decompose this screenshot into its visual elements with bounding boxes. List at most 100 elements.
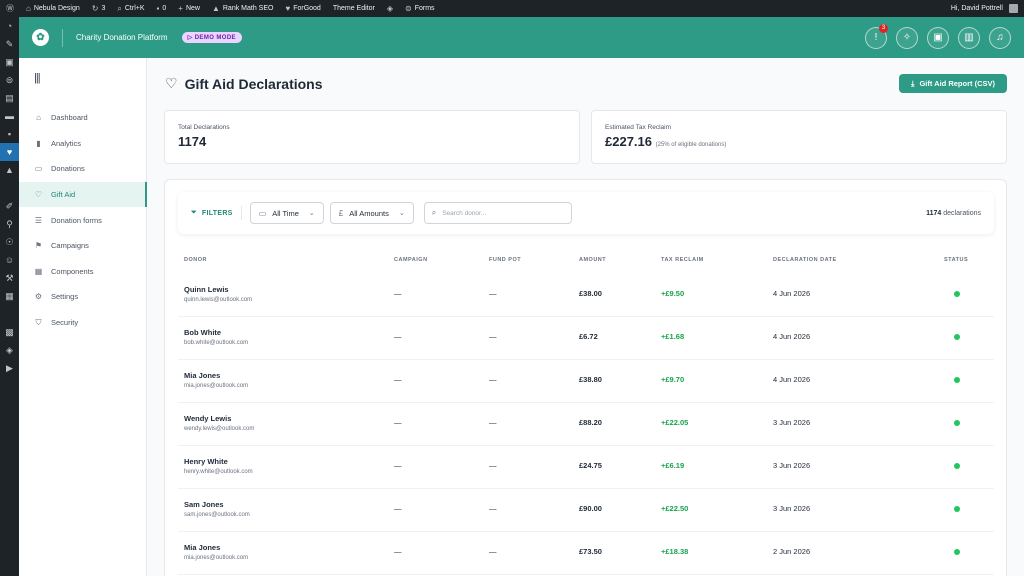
table-row[interactable]: Bob White bob.white@outlook.com — — £6.7… [178,317,994,360]
tax-reclaim-card: Estimated Tax Reclaim £227.16 (25% of el… [591,110,1007,164]
play-menu-icon[interactable]: ▶ [0,359,19,377]
new-content-link[interactable]: + New [172,0,206,17]
users-menu-icon[interactable]: ☺ [0,251,19,269]
table-row[interactable]: Wendy Lewis wendy.lewis@outlook.com — — … [178,403,994,446]
comments-menu-icon[interactable]: ▪ [0,125,19,143]
donor-name: Henry White [184,457,228,466]
header-tax-reclaim[interactable]: TAX RECLAIM [661,257,704,263]
status-dot [954,291,960,297]
donor-email: mia.jones@outlook.com [184,383,249,389]
declaration-date-cell: 3 Jun 2026 [773,461,811,470]
sidebar-item-donations[interactable]: ▭ Donations [19,156,147,182]
app-logo-icon: ✿ [32,29,49,46]
settings-menu-icon[interactable]: ▦ [0,287,19,305]
table-row[interactable]: Mia Jones mia.jones@outlook.com — — £38.… [178,360,994,403]
donor-search[interactable]: ⌕ [423,202,572,224]
forms-icon: ⊜ [405,4,412,13]
sidebar-item-analytics[interactable]: ▮ Analytics [19,131,147,157]
package-button[interactable]: ▣ [927,26,949,49]
layout-menu-icon[interactable]: ▩ [0,323,19,341]
gear-icon: ⚙ [34,292,43,302]
header-donor[interactable]: DONOR [184,257,207,263]
header-divider [62,28,63,47]
header-fund-pot[interactable]: FUND POT [489,257,521,263]
diamond-menu-icon[interactable]: ◈ [0,341,19,359]
forms-menu-icon[interactable]: ⊜ [0,71,19,89]
header-declaration-date[interactable]: DECLARATION DATE [773,257,837,263]
search-input[interactable] [442,209,553,217]
tools-menu-icon[interactable]: ⚒ [0,269,19,287]
sidebar-item-campaigns[interactable]: ⚑ Campaigns [19,233,147,259]
tax-reclaim-cell: +£6.19 [661,461,685,470]
tools-button[interactable]: ✧ [896,26,918,49]
fund-pot-cell: — [489,332,497,341]
forgood-link[interactable]: ♥ ForGood [279,0,326,17]
filters-toggle[interactable]: ⏷ FILTERS [191,209,233,217]
time-range-select[interactable]: ▭ All Time ⌄ [249,202,324,224]
donor-email: wendy.lewis@outlook.com [184,426,255,432]
my-account-link[interactable]: Hi, David Pottrell [945,0,1024,17]
card-icon: ▭ [34,164,43,174]
forgood-menu-icon[interactable]: ♥ [0,143,19,161]
amount-cell: £38.80 [579,375,602,384]
sidebar-item-security[interactable]: ⛉ Security [19,310,147,336]
site-name-link[interactable]: ⌂ Nebula Design [20,0,86,17]
forms-link[interactable]: ⊜ Forms [399,0,441,17]
search-icon: ⌕ [117,3,122,13]
header-status[interactable]: STATUS [944,257,968,263]
theme-editor-link[interactable]: Theme Editor [327,0,381,17]
header-campaign[interactable]: CAMPAIGN [394,257,428,263]
sidebar-item-dashboard[interactable]: ⌂ Dashboard [19,105,147,131]
wp-admin-menu: ◔ ✎ ▣ ⊜ ▤ ▬ ▪ ♥ ▲ ✐ ⚲ ☉ ☺ ⚒ ▦ ▩ ◈ ▶ [0,17,19,576]
appearance-menu-icon[interactable]: ✐ [0,197,19,215]
wordpress-logo-icon[interactable]: Ⓦ [0,0,20,17]
calendar-icon: ▭ [258,208,267,218]
sidebar-item-gift-aid[interactable]: ♡ Gift Aid [19,181,147,208]
status-dot [954,420,960,426]
comments-link[interactable]: ▪ 0 [151,0,173,17]
table-row[interactable]: Sam Jones sam.jones@outlook.com — — £90.… [178,489,994,532]
sidebar-item-donation-forms[interactable]: ☰ Donation forms [19,207,147,233]
campaign-cell: — [394,375,402,384]
table-row[interactable]: Henry White henry.white@outlook.com — — … [178,446,994,489]
folder-menu-icon[interactable]: ▬ [0,107,19,125]
accessibility-menu-icon[interactable]: ☉ [0,233,19,251]
sidebar-item-components[interactable]: ▦ Components [19,259,147,285]
table-row[interactable]: Quinn Lewis quinn.lewis@outlook.com — — … [178,274,994,317]
media-menu-icon[interactable]: ▣ [0,53,19,71]
collapse-sidebar-icon[interactable]: ||| [34,72,41,84]
table-row[interactable]: Mia Jones mia.jones@outlook.com — — £73.… [178,532,994,575]
notifications-alert-button[interactable]: ! 3 [865,23,888,49]
wand-icon: ✧ [902,32,912,43]
alert-icon: ! [874,32,878,43]
map-button[interactable]: ▥ [958,26,980,49]
total-declarations-label: Total Declarations [178,124,230,131]
pages-menu-icon[interactable]: ▤ [0,89,19,107]
table-header: DONOR CAMPAIGN FUND POT AMOUNT TAX RECLA… [178,257,994,269]
command-search-link[interactable]: ⌕ Ctrl+K [111,0,150,17]
bell-icon: ♫ [996,32,1004,43]
diamond-link[interactable]: ◈ [381,0,399,17]
rankmath-icon: ▲ [211,4,220,13]
updates-link[interactable]: ↻ 3 [86,0,112,17]
declaration-date-cell: 2 Jun 2026 [773,547,811,556]
chart-icon: ▮ [36,138,41,148]
amount-cell: £73.50 [579,547,602,556]
campaign-cell: — [394,418,402,427]
tax-reclaim-cell: +£18.38 [661,547,689,556]
pin-menu-icon[interactable]: ✎ [0,35,19,53]
rankmath-link[interactable]: ▲ Rank Math SEO [206,0,280,17]
dashboard-menu-icon[interactable]: ◔ [0,17,19,35]
page-header: ♡ Gift Aid Declarations [165,75,323,92]
filter-bar: ⏷FILTERS ▭All Time⌄ £All Amounts⌄ ⌕ 1174… [178,192,994,234]
sidebar-item-settings[interactable]: ⚙ Settings [19,284,147,310]
spacer-menu [0,179,19,197]
declarations-panel: ⏷FILTERS ▭All Time⌄ £All Amounts⌄ ⌕ 1174… [164,179,1007,576]
header-amount[interactable]: AMOUNT [579,257,606,263]
gift-aid-report-button[interactable]: ⤓ Gift Aid Report (CSV) [899,74,1007,93]
bell-button[interactable]: ♫ [989,26,1011,49]
plugins-menu-icon[interactable]: ⚲ [0,215,19,233]
rankmath-menu-icon[interactable]: ▲ [0,161,19,179]
amount-range-select[interactable]: £ All Amounts ⌄ [329,202,414,224]
map-icon: ▥ [964,32,974,43]
